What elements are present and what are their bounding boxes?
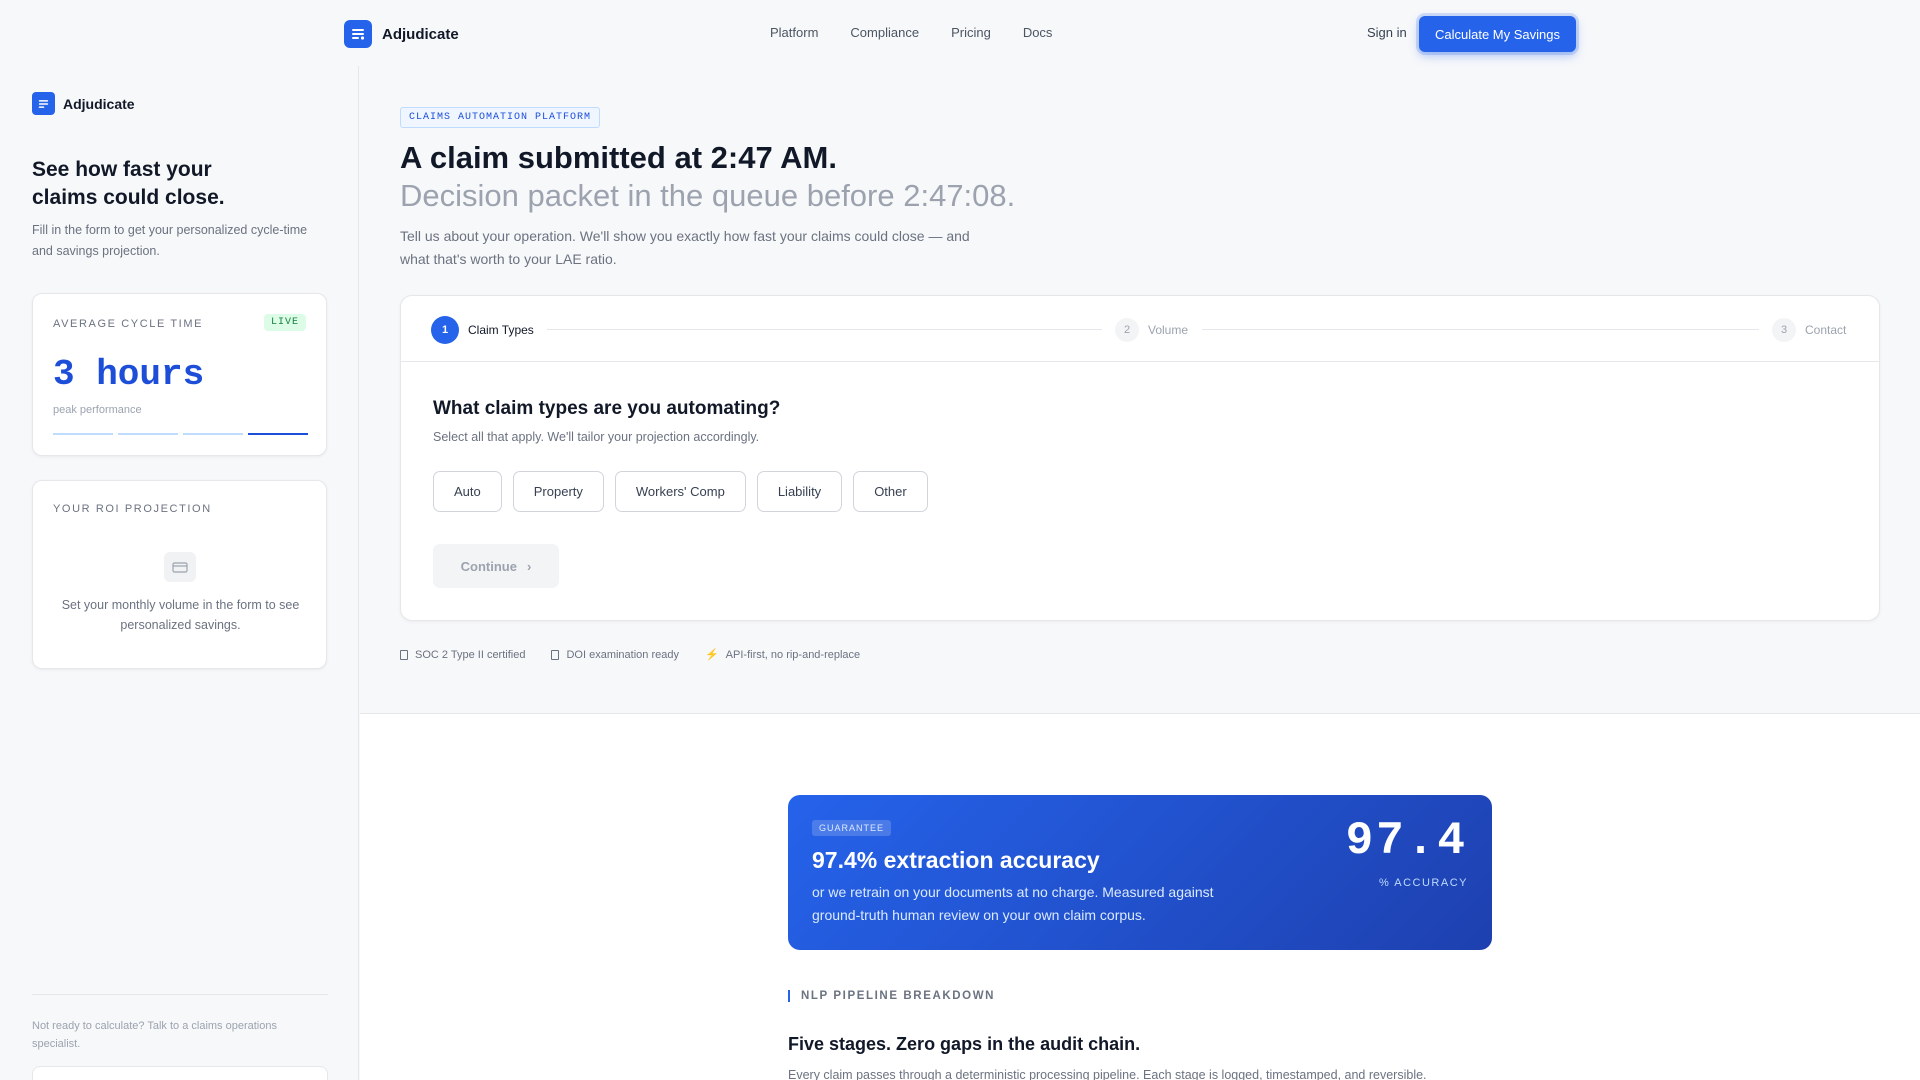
hero-subheadline: Decision packet in the queue before 2:47… — [400, 178, 1016, 213]
claim-type-options: Auto Property Workers' Comp Liability Ot… — [433, 471, 928, 512]
step-label: Contact — [1805, 323, 1847, 337]
progress-segment — [118, 433, 178, 435]
cycle-time-label: AVERAGE CYCLE TIME — [53, 318, 204, 330]
logo-icon — [344, 20, 372, 48]
step-number: 1 — [431, 316, 459, 344]
question-hint: Select all that apply. We'll tailor your… — [433, 430, 760, 444]
step-contact[interactable]: 3 Contact — [1772, 318, 1846, 342]
nav-link-platform[interactable]: Platform — [770, 25, 818, 40]
sidebar-subtitle: Fill in the form to get your personalize… — [32, 223, 308, 258]
sidebar-brand-name: Adjudicate — [63, 95, 135, 112]
wallet-icon — [164, 552, 196, 582]
step-number: 2 — [1115, 318, 1139, 342]
document-icon — [400, 649, 408, 660]
roi-label: YOUR ROI PROJECTION — [53, 503, 212, 515]
live-badge: LIVE — [263, 314, 306, 331]
roi-projection-card: YOUR ROI PROJECTION Set your monthly vol… — [32, 480, 327, 669]
trust-text: API-first, no rip-and-replace — [725, 648, 861, 661]
guarantee-text: or we retrain on your documents at no ch… — [812, 884, 1214, 923]
progress-segment — [53, 433, 113, 435]
pipeline-text: Every claim passes through a determinist… — [788, 1068, 1427, 1080]
pipeline-title: Five stages. Zero gaps in the audit chai… — [788, 1034, 1141, 1054]
lightning-icon: ⚡ — [704, 649, 719, 661]
nav-link-docs[interactable]: Docs — [1023, 25, 1053, 40]
claim-form-card: 1 Claim Types 2 Volume 3 Contact What cl… — [400, 295, 1880, 621]
option-other[interactable]: Other — [853, 471, 928, 512]
option-auto[interactable]: Auto — [433, 471, 502, 512]
sidebar: Adjudicate See how fast your claims coul… — [0, 66, 359, 1080]
sidebar-title: See how fast your claims could close. — [32, 158, 225, 209]
accuracy-unit: % ACCURACY — [1379, 877, 1468, 889]
hero-headline: A claim submitted at 2:47 AM. — [400, 140, 837, 175]
cycle-time-note: peak performance — [53, 404, 142, 416]
progress-segment-active — [248, 433, 308, 435]
accuracy-number: 97.4 — [1345, 815, 1468, 867]
calculate-savings-button[interactable]: Calculate My Savings — [1419, 16, 1576, 52]
step-connector — [547, 329, 1102, 330]
option-property[interactable]: Property — [512, 471, 604, 512]
guarantee-card: GUARANTEE 97.4% extraction accuracy or w… — [788, 795, 1492, 950]
sidebar-divider — [32, 994, 328, 995]
step-number: 3 — [1772, 318, 1796, 342]
question-title: What claim types are you automating? — [433, 398, 781, 419]
sidebar-footer-text: Not ready to calculate? Talk to a claims… — [32, 1020, 277, 1050]
talk-to-specialist-button[interactable] — [32, 1066, 328, 1080]
top-nav: Adjudicate Platform Compliance Pricing D… — [0, 0, 1920, 66]
sidebar-brand[interactable]: Adjudicate — [32, 92, 135, 115]
lower-section: GUARANTEE 97.4% extraction accuracy or w… — [360, 713, 1920, 1080]
cycle-time-value: 3 hours — [53, 354, 205, 395]
cycle-progress-bars — [53, 433, 308, 435]
trust-text: DOI examination ready — [566, 648, 679, 661]
trust-item: SOC 2 Type II certified — [400, 648, 525, 661]
trust-badges: SOC 2 Type II certified DOI examination … — [400, 648, 860, 661]
step-label: Volume — [1148, 323, 1189, 337]
continue-button[interactable]: Continue › — [433, 544, 559, 588]
step-claim-types[interactable]: 1 Claim Types — [431, 316, 534, 344]
trust-text: SOC 2 Type II certified — [415, 648, 526, 661]
continue-label: Continue — [460, 558, 517, 574]
sign-in-link[interactable]: Sign in — [1367, 25, 1407, 40]
platform-badge: CLAIMS AUTOMATION PLATFORM — [400, 107, 601, 128]
nav-link-pricing[interactable]: Pricing — [951, 25, 991, 40]
trust-item: ⚡ API-first, no rip-and-replace — [704, 648, 861, 662]
nav-link-compliance[interactable]: Compliance — [850, 25, 919, 40]
option-liability[interactable]: Liability — [756, 471, 843, 512]
document-icon — [551, 649, 560, 660]
brand[interactable]: Adjudicate — [344, 20, 459, 48]
cycle-time-card: AVERAGE CYCLE TIME LIVE 3 hours peak per… — [32, 293, 327, 456]
pipeline-eyebrow: NLP PIPELINE BREAKDOWN — [788, 990, 995, 1002]
logo-icon — [32, 92, 55, 115]
step-label: Claim Types — [468, 323, 534, 337]
form-stepper: 1 Claim Types 2 Volume 3 Contact — [401, 296, 1879, 362]
step-volume[interactable]: 2 Volume — [1115, 318, 1188, 342]
trust-item: DOI examination ready — [551, 648, 679, 661]
brand-name: Adjudicate — [382, 25, 459, 43]
option-workers-comp[interactable]: Workers' Comp — [614, 471, 746, 512]
step-connector — [1202, 329, 1759, 330]
nav-links: Platform Compliance Pricing Docs — [770, 25, 1052, 40]
hero-lede: Tell us about your operation. We'll show… — [400, 228, 970, 267]
guarantee-title: 97.4% extraction accuracy — [812, 847, 1100, 873]
roi-placeholder-text: Set your monthly volume in the form to s… — [61, 598, 300, 632]
guarantee-badge: GUARANTEE — [812, 820, 892, 836]
progress-segment — [183, 433, 243, 435]
chevron-right-icon: › — [526, 558, 532, 574]
